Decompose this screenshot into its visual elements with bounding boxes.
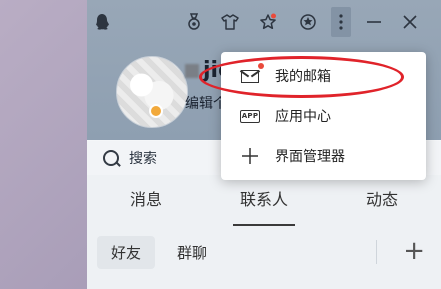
tab-messages[interactable]: 消息 <box>87 174 205 228</box>
search-icon <box>103 150 119 166</box>
mail-icon <box>239 63 264 85</box>
search-placeholder: 搜索 <box>129 151 157 167</box>
plus-icon <box>239 147 261 165</box>
qq-logo-icon <box>91 11 113 33</box>
minimize-icon[interactable] <box>363 11 385 33</box>
subtab-friends[interactable]: 好友 <box>97 235 156 269</box>
online-status-badge[interactable] <box>149 104 163 118</box>
menu-item-app-center[interactable]: APP 应用中心 <box>221 96 426 136</box>
divider <box>376 240 377 264</box>
more-menu-icon[interactable] <box>331 7 351 37</box>
contact-subtabs: 好友 群聊 + <box>87 228 441 276</box>
menu-item-label: 我的邮箱 <box>275 69 331 85</box>
menu-item-label: 应用中心 <box>275 109 331 125</box>
tab-contacts[interactable]: 联系人 <box>205 174 323 228</box>
close-icon[interactable] <box>399 11 421 33</box>
blurred-name-part <box>185 64 199 78</box>
add-contact-button[interactable]: + <box>403 236 425 266</box>
main-tabs: 消息 联系人 动态 <box>87 174 441 228</box>
menu-item-interface-manager[interactable]: 界面管理器 <box>221 136 426 176</box>
medal-icon[interactable] <box>183 11 205 33</box>
shirt-icon[interactable] <box>219 11 241 33</box>
app-icon: APP <box>239 107 261 125</box>
more-dropdown-menu: 我的邮箱 APP 应用中心 界面管理器 <box>221 52 426 180</box>
qzone-icon[interactable] <box>297 11 319 33</box>
tab-feed[interactable]: 动态 <box>323 174 441 228</box>
subtab-groups[interactable]: 群聊 <box>163 236 221 269</box>
menu-item-my-mailbox[interactable]: 我的邮箱 <box>221 56 426 96</box>
menu-item-label: 界面管理器 <box>275 149 345 165</box>
notification-dot <box>258 63 264 69</box>
star-icon[interactable] <box>257 11 279 33</box>
